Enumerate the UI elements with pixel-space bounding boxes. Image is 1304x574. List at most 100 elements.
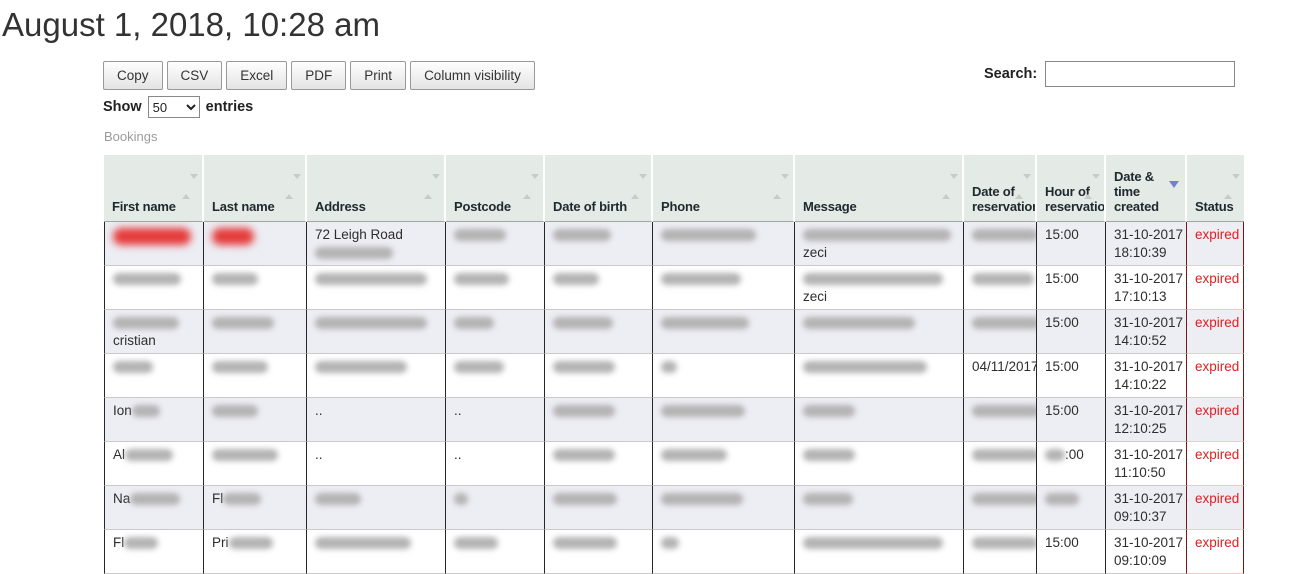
cell-text: 72 Leigh Road [315,227,403,242]
sort-both-icon [1015,179,1031,194]
cell-text: 04/11/2017 [972,359,1037,374]
cell-message [795,442,964,486]
table-row: 04/11/201715:0031-10-201714:10:22expired [104,354,1244,398]
col-header-status[interactable]: Status [1187,155,1244,222]
column-visibility-button[interactable]: Column visibility [410,61,535,90]
redacted-text [803,449,855,461]
bookings-table: First nameLast nameAddress Postcode Date o… [104,155,1244,574]
col-header-date-time-created[interactable]: Date & time created [1106,155,1187,222]
cell-phone [653,442,795,486]
cell-first-name [104,222,204,266]
cell-phone [653,222,795,266]
table-row: Al....:0031-10-201711:10:50expired [104,442,1244,486]
col-header-first-name[interactable]: First name [104,155,204,222]
col-header-phone[interactable]: Phone [653,155,795,222]
print-button[interactable]: Print [350,61,406,90]
col-header-hour-of-reservation[interactable]: Hour of reservation [1037,155,1106,222]
excel-button[interactable]: Excel [226,61,287,90]
cell-text: 15:00 [1045,535,1079,550]
table-body: 72 Leigh Roadzeci15:0031-10-201718:10:39… [104,222,1244,574]
cell-text: Na [113,491,130,506]
cell-last-name [204,442,307,486]
redacted-text [1045,493,1079,505]
cell-text: Al [113,447,125,462]
cell-date-time-created: 31-10-201712:10:25 [1106,398,1187,442]
col-header-postcode[interactable]: Postcode [446,155,545,222]
cell-last-name [204,398,307,442]
cell-date-time-created: 31-10-201714:10:22 [1106,354,1187,398]
cell-message [795,398,964,442]
cell-date-of-birth [545,398,653,442]
cell-text: 31-10-2017 [1114,315,1183,330]
cell-date-time-created: 31-10-201711:10:50 [1106,442,1187,486]
cell-text: 15:00 [1045,271,1079,286]
cell-postcode: .. [446,398,545,442]
redacted-text [553,405,615,417]
cell-address: .. [307,398,446,442]
cell-phone [653,530,795,574]
redacted-text [661,361,677,373]
redacted-text [113,317,179,329]
redacted-text [1045,449,1065,461]
cell-address: 72 Leigh Road [307,222,446,266]
cell-text: 17:10:13 [1114,289,1167,304]
cell-text: expired [1195,403,1239,418]
search-label: Search: [984,66,1037,82]
cell-last-name [204,222,307,266]
redacted-text [212,361,268,373]
col-header-message[interactable]: Message [795,155,964,222]
cell-text: 09:10:09 [1114,553,1167,568]
redacted-text [972,493,1037,505]
cell-postcode [446,310,545,354]
redacted-text [661,449,727,461]
col-header-label: Phone [661,199,700,214]
redacted-text [553,493,617,505]
col-header-date-of-birth[interactable]: Date of birth [545,155,653,222]
col-header-last-name[interactable]: Last name [204,155,307,222]
cell-text: expired [1195,227,1239,242]
cell-text: 15:00 [1045,315,1079,330]
cell-text: expired [1195,271,1239,286]
pdf-button[interactable]: PDF [291,61,346,90]
cell-status: expired [1187,354,1244,398]
cell-hour-of-reservation: 15:00 [1037,266,1106,310]
col-header-label: Message [803,199,857,214]
sort-both-icon [1224,179,1240,194]
redacted-text [661,229,756,241]
redacted-text [803,229,951,241]
redacted-text [315,317,427,329]
cell-address: .. [307,442,446,486]
cell-first-name [104,354,204,398]
col-header-label: Postcode [454,199,511,214]
cell-text: 31-10-2017 [1114,447,1183,462]
cell-text: 31-10-2017 [1114,535,1183,550]
redacted-text [553,229,611,241]
cell-first-name: Ion [104,398,204,442]
redacted-text [803,493,853,505]
cell-text: 31-10-2017 [1114,359,1183,374]
entries-per-page-select[interactable]: 50 [148,96,200,118]
cell-postcode [446,530,545,574]
cell-date-time-created: 31-10-201714:10:52 [1106,310,1187,354]
cell-phone [653,354,795,398]
cell-text: 15:00 [1045,403,1079,418]
redacted-text [972,317,1037,329]
copy-button[interactable]: Copy [103,61,163,90]
sort-both-icon [1084,179,1100,194]
cell-first-name: Al [104,442,204,486]
cell-message: zeci [795,266,964,310]
cell-text: expired [1195,447,1239,462]
col-header-date-of-reservation[interactable]: Date of reservation [964,155,1037,222]
csv-button[interactable]: CSV [167,61,223,90]
cell-text: 31-10-2017 [1114,271,1183,286]
cell-last-name [204,310,307,354]
cell-first-name: cristian [104,310,204,354]
redacted-text [661,273,741,285]
search-input[interactable] [1045,61,1235,87]
cell-text: expired [1195,315,1239,330]
col-header-address[interactable]: Address [307,155,446,222]
cell-date-of-reservation [964,486,1037,530]
redacted-text [212,273,258,285]
redacted-text [454,537,498,549]
cell-date-of-reservation [964,398,1037,442]
